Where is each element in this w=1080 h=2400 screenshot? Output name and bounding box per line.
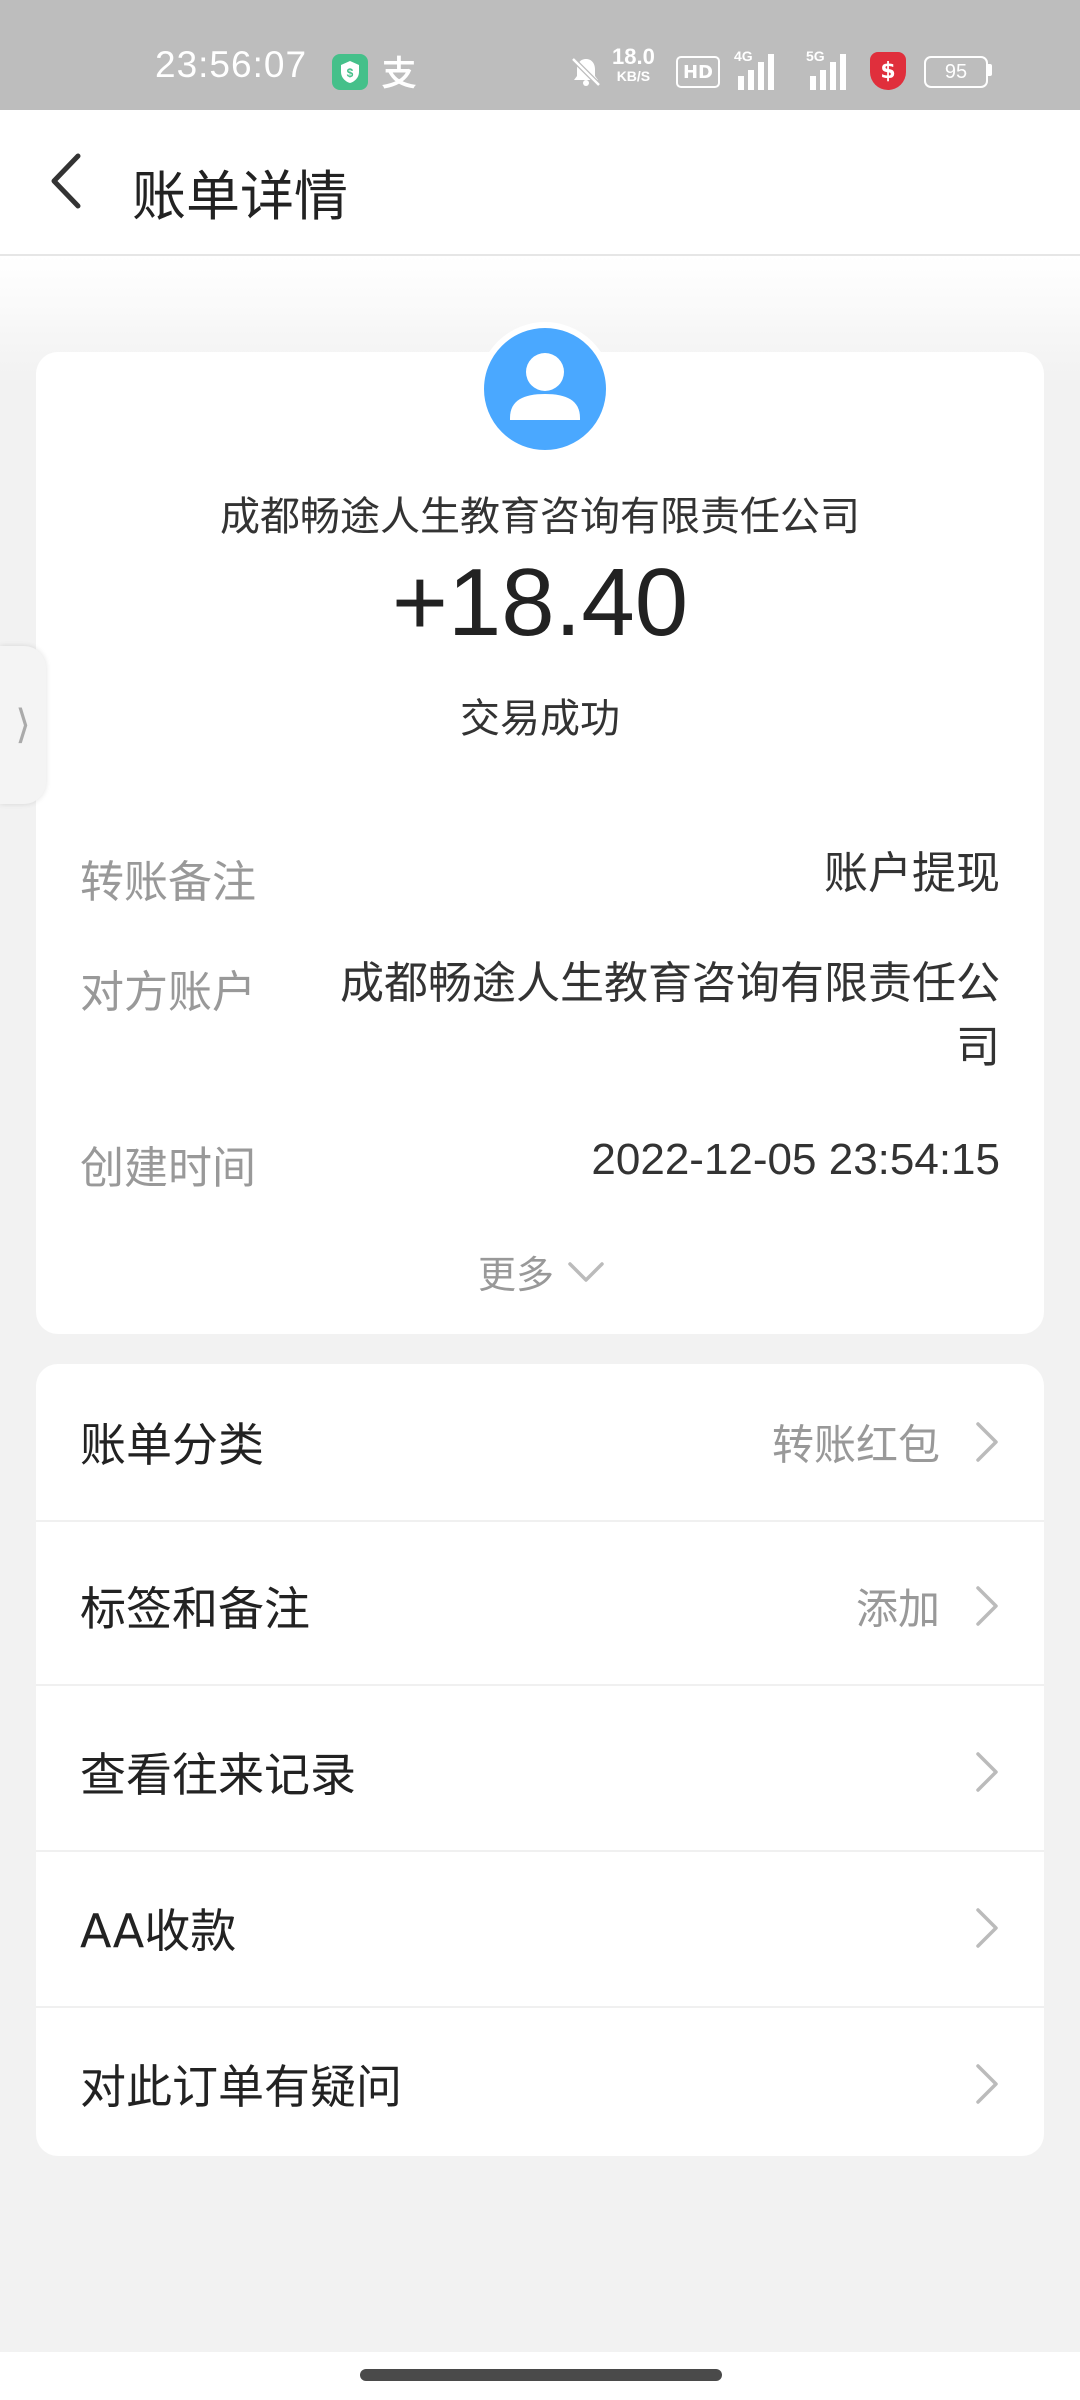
list-item-order-question[interactable]: 对此订单有疑问: [36, 2006, 1044, 2162]
mute-bell-icon: [568, 54, 604, 90]
created-time-label: 创建时间: [80, 1143, 256, 1194]
chevron-down-icon: [568, 1261, 604, 1282]
alipay-icon: 支: [382, 53, 416, 94]
signal-5g-label: 5G: [806, 48, 825, 64]
chevron-right-icon: [976, 1422, 998, 1462]
transaction-amount: +18.40: [391, 549, 689, 656]
transaction-status: 交易成功: [460, 696, 620, 742]
list-item-value: 添加: [855, 1584, 940, 1634]
network-speed: 18.0 KB/S: [612, 44, 655, 85]
more-toggle[interactable]: 更多: [478, 1244, 606, 1299]
battery-icon: 95: [924, 56, 988, 88]
signal-4g-label: 4G: [734, 48, 753, 64]
chevron-right-icon: [976, 1586, 998, 1626]
page-title: 账单详情: [132, 165, 348, 228]
header: 账单详情: [0, 110, 1080, 256]
list-item-label: AA收款: [80, 1904, 237, 1958]
account-value-line2: 司: [956, 1022, 1000, 1073]
signal-5g-icon: 5G: [806, 48, 858, 90]
network-speed-value: 18.0: [612, 44, 655, 69]
account-value-line1: 成都畅途人生教育咨询有限责任公: [340, 958, 1000, 1009]
status-bar: 23:56:07 $ 支 18.0 KB/S HD 4G 5G $ 95: [0, 0, 1080, 110]
user-icon: [510, 353, 580, 420]
status-time: 23:56:07: [155, 44, 308, 85]
list-item-bill-category[interactable]: 账单分类 转账红包: [36, 1364, 1044, 1522]
list-item-label: 对此订单有疑问: [80, 2060, 402, 2114]
home-indicator[interactable]: [360, 2369, 722, 2381]
counterparty-name: 成都畅途人生教育咨询有限责任公司: [220, 494, 860, 540]
list-item-value: 转账红包: [771, 1420, 940, 1470]
list-item-aa-collection[interactable]: AA收款: [36, 1850, 1044, 2008]
hd-icon: HD: [676, 56, 720, 88]
list-item-label: 查看往来记录: [80, 1748, 356, 1802]
account-label: 对方账户: [80, 967, 256, 1018]
note-label: 转账备注: [80, 857, 256, 908]
back-button[interactable]: [36, 146, 106, 216]
network-speed-unit: KB/S: [616, 68, 651, 84]
avatar[interactable]: [478, 322, 612, 456]
payment-protect-icon: $: [870, 52, 906, 90]
side-drawer-handle[interactable]: ⟩: [0, 646, 46, 804]
list-item-tags-notes[interactable]: 标签和备注 添加: [36, 1528, 1044, 1686]
note-value: 账户提现: [824, 848, 1000, 899]
chevron-right-icon: [976, 1908, 998, 1948]
created-time-value: 2022-12-05 23:54:15: [591, 1135, 1000, 1184]
security-shield-icon: $: [332, 54, 368, 90]
chevron-right-icon: [976, 1752, 998, 1792]
signal-4g-icon: 4G: [734, 48, 786, 90]
list-item-transaction-history[interactable]: 查看往来记录: [36, 1694, 1044, 1852]
list-item-label: 账单分类: [80, 1418, 264, 1472]
svg-text:$: $: [347, 66, 354, 80]
chevron-left-icon: [51, 153, 81, 209]
account-value: 成都畅途人生教育咨询有限责任公 司: [340, 952, 1000, 1080]
battery-tip: [988, 64, 992, 76]
list-item-label: 标签和备注: [80, 1582, 310, 1636]
chevron-right-icon: [976, 2064, 998, 2104]
more-label: 更多: [478, 1253, 555, 1297]
